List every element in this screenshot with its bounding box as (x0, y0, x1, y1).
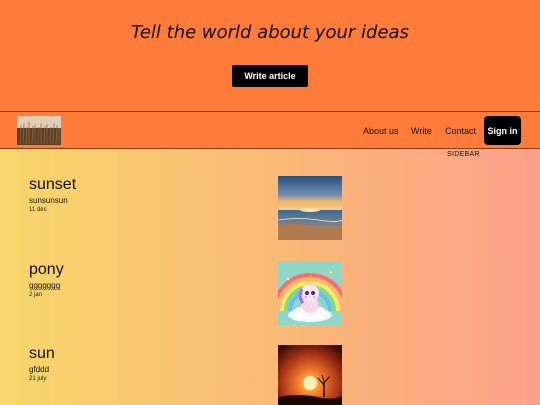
svg-text:✦: ✦ (328, 269, 334, 277)
sidebar-label: SIDEBAR (447, 151, 480, 158)
nav-link-contact[interactable]: Contact (445, 126, 476, 136)
post-image[interactable]: ✦ ✦ (278, 261, 342, 325)
post-item: sun gfddd 21 july (0, 345, 540, 405)
svg-text:✦: ✦ (286, 277, 290, 283)
post-title[interactable]: sunset (29, 176, 76, 194)
post-title[interactable]: pony (29, 261, 64, 279)
navbar: About us Write Contact Sign in (0, 111, 540, 149)
post-item: pony ggggggg 2 jan ✦ ✦ (0, 261, 540, 331)
sunset-tree-image-icon (278, 345, 342, 405)
post-item: sunset sunsunsun 11 dec (0, 176, 540, 246)
post-date: 21 july (29, 376, 47, 382)
post-subtitle: sunsunsun (29, 196, 68, 205)
post-image[interactable] (278, 176, 342, 240)
post-date: 2 jan (29, 292, 43, 298)
nav-link-about-us[interactable]: About us (363, 126, 399, 136)
post-title[interactable]: sun (29, 345, 55, 363)
grass-field-icon (17, 116, 61, 145)
sign-in-button[interactable]: Sign in (484, 116, 521, 145)
post-image[interactable] (278, 345, 342, 405)
sunset-beach-image-icon (278, 176, 342, 240)
unicorn-image-icon: ✦ ✦ (278, 261, 342, 325)
write-article-button[interactable]: Write article (232, 65, 308, 87)
nav-link-write[interactable]: Write (411, 126, 432, 136)
hero-section: Tell the world about your ideas Write ar… (0, 0, 540, 111)
logo-image[interactable] (17, 116, 61, 145)
hero-title: Tell the world about your ideas (131, 22, 409, 43)
content-area: SIDEBAR sunset sunsunsun 11 dec pony ggg… (0, 149, 540, 405)
post-date: 11 dec (29, 207, 47, 213)
post-subtitle: gfddd (29, 365, 50, 374)
post-subtitle: ggggggg (29, 281, 61, 290)
